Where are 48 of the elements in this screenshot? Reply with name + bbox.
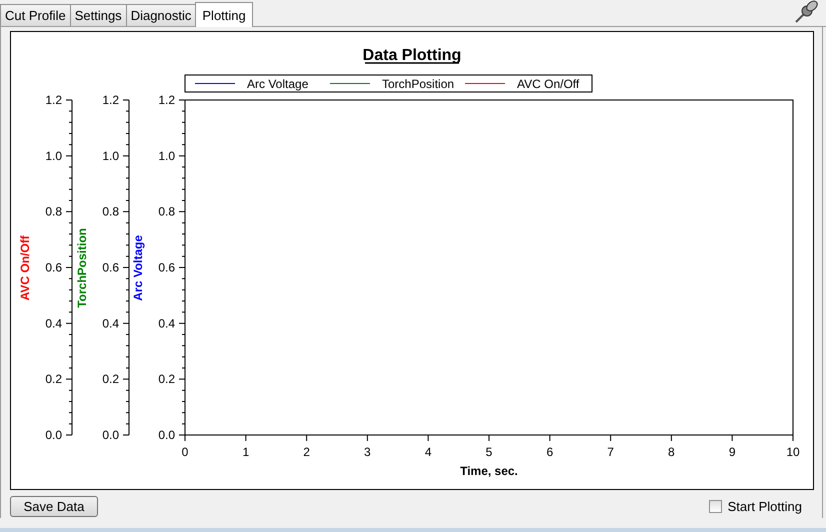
tick-label: 0.2 xyxy=(102,372,119,386)
tick-label: 0 xyxy=(182,445,188,459)
checkbox[interactable] xyxy=(708,500,722,512)
tick-label: 3 xyxy=(364,445,371,459)
chart-title: Data Plotting xyxy=(362,47,462,64)
tick-label: 0.6 xyxy=(158,260,175,274)
tick-label: 2 xyxy=(303,445,310,459)
tick-label: 0.2 xyxy=(45,372,62,386)
legend-label: AVC On/Off xyxy=(517,77,580,91)
legend-label: TorchPosition xyxy=(382,77,454,91)
axis-title: Time, sec. xyxy=(460,464,518,478)
axis-title: AVC On/Off xyxy=(18,235,32,301)
tab[interactable]: Cut Profile xyxy=(0,4,71,26)
tick-label: 1.0 xyxy=(158,148,175,163)
tick-label: 5 xyxy=(486,445,492,459)
tab[interactable]: Settings xyxy=(70,4,127,26)
tick-label: 0.4 xyxy=(158,316,175,330)
tick-label: 0.6 xyxy=(102,260,119,274)
tick-label: 1.2 xyxy=(158,93,175,107)
save-data-button[interactable]: Save Data xyxy=(10,496,98,516)
tick-label: 6 xyxy=(546,445,554,459)
tick-label: 0.6 xyxy=(45,260,62,274)
tick-label: 0.8 xyxy=(102,204,119,219)
tick-label: 0.8 xyxy=(158,204,175,219)
tick-label: 7 xyxy=(607,445,614,459)
tick-label: 4 xyxy=(424,445,432,459)
tick-label: 0.2 xyxy=(158,372,175,386)
legend-label: Arc Voltage xyxy=(247,77,309,91)
tick-label: 1 xyxy=(242,445,250,459)
tick-label: 1.2 xyxy=(45,93,62,107)
tick-label: 0.4 xyxy=(102,316,119,330)
tick-label: 1.0 xyxy=(102,148,119,163)
axis-title: Arc Voltage xyxy=(131,235,145,301)
tick-label: 9 xyxy=(728,445,736,459)
tick-label: 10 xyxy=(786,445,800,459)
axis-title: TorchPosition xyxy=(75,228,89,308)
tick-label: 0.0 xyxy=(45,428,62,442)
tick-label: 0.4 xyxy=(45,316,62,330)
tab[interactable]: Diagnostic xyxy=(126,4,196,26)
checkbox-label: Start Plotting xyxy=(728,498,802,514)
tick-label: 0.0 xyxy=(102,428,119,442)
tick-label: 1.2 xyxy=(102,93,119,107)
tab[interactable]: Plotting xyxy=(195,2,253,27)
tick-label: 0.8 xyxy=(45,204,62,219)
tick-label: 1.0 xyxy=(45,148,62,163)
tick-label: 8 xyxy=(668,445,675,459)
pushpin-icon[interactable] xyxy=(794,0,820,24)
tick-label: 0.0 xyxy=(158,428,175,442)
